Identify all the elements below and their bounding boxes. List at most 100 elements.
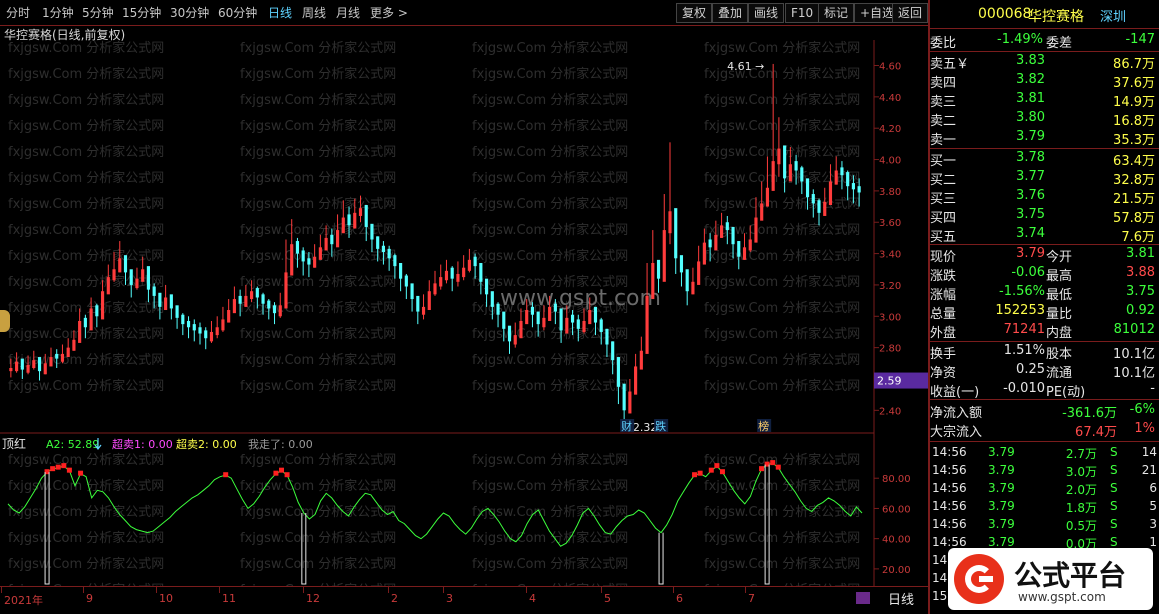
signal-spike [301, 512, 307, 585]
tab-weekly[interactable]: 周线 [302, 4, 326, 21]
stat-row-3[interactable]: 涨幅 -1.56% 最低 3.75 [930, 284, 1159, 303]
candle-body [295, 241, 300, 254]
candle-body [341, 217, 345, 234]
x-axis-tick [601, 587, 602, 593]
tab-1min[interactable]: 1分钟 [42, 4, 74, 21]
fund-row-1[interactable]: 换手 1.51% 股本 10.1亿 [930, 343, 1159, 362]
watermark-text: fxjgsw.Com 分析家公式网 [240, 92, 396, 108]
candle-body [232, 299, 236, 314]
candle-body [840, 167, 844, 176]
candle-body [708, 239, 712, 248]
tick-time: 14:56 [932, 481, 967, 495]
stat-label-2: 内盘 [1046, 326, 1073, 341]
x-axis-tick [156, 587, 157, 593]
stat-label: 涨跌 [930, 269, 957, 284]
current-price-value: 2.59 [877, 375, 902, 388]
bid-row-3[interactable]: 买三 3.76 21.5万 [930, 188, 1159, 207]
tick-row-3[interactable]: 14:56 3.79 2.0万 S 6 [930, 481, 1159, 499]
stock-name: 华控赛格 [1028, 9, 1084, 25]
stock-header[interactable]: 000068 华控赛格 深圳 [930, 6, 1159, 25]
candle-body [588, 310, 592, 325]
overlay-button[interactable]: 叠加 [712, 3, 749, 23]
tick-row-1[interactable]: 14:56 3.79 2.7万 S 14 [930, 445, 1159, 463]
tab-30min[interactable]: 30分钟 [170, 4, 209, 21]
y-tick-label: 3.60 [879, 218, 901, 229]
stat-row-5[interactable]: 外盘 71241 内盘 81012 [930, 322, 1159, 341]
bid-volume: 7.6万 [1121, 230, 1155, 245]
flow-row-1[interactable]: 净流入额 -361.6万 -6% [930, 402, 1159, 421]
ask-row-2[interactable]: 卖四 3.82 37.6万 [930, 72, 1159, 91]
tick-row-5[interactable]: 14:56 3.79 0.5万 S 3 [930, 517, 1159, 535]
candle-body [519, 320, 523, 339]
ask-row-5[interactable]: 卖一 3.79 35.3万 [930, 129, 1159, 148]
watermark-text: fxjgsw.Com 分析家公式网 [472, 196, 628, 212]
ask-price: 3.82 [1016, 72, 1045, 87]
ask-price: 3.79 [1016, 129, 1045, 144]
candle-body [66, 347, 70, 358]
watermark-text: fxjgsw.Com 分析家公式网 [472, 248, 628, 264]
scroll-marker-icon[interactable] [856, 592, 870, 604]
mark-button[interactable]: 标记 [818, 3, 855, 23]
bid-row-1[interactable]: 买一 3.78 63.4万 [930, 150, 1159, 169]
x-axis-tick [388, 587, 389, 593]
y-tick-label: 80.00 [882, 474, 911, 485]
f10-button[interactable]: F10 [785, 3, 820, 23]
ask-row-1[interactable]: 卖五￥ 3.83 86.7万 [930, 53, 1159, 72]
draw-line-button[interactable]: 画线 [748, 3, 785, 23]
bid-price: 3.74 [1016, 226, 1045, 241]
fund-row-3[interactable]: 收益(一) -0.010 PE(动) - [930, 381, 1159, 400]
candle-body [32, 360, 36, 369]
tab-more[interactable]: 更多 > [370, 4, 408, 21]
candle-body [290, 244, 294, 276]
ask-row-3[interactable]: 卖三 3.81 14.9万 [930, 91, 1159, 110]
tab-daily[interactable]: 日线 [268, 4, 292, 21]
fund-row-2[interactable]: 净资 0.25 流通 10.1亿 [930, 362, 1159, 381]
candle-body [100, 291, 105, 320]
tick-side: S [1110, 445, 1118, 459]
bid-row-2[interactable]: 买二 3.77 32.8万 [930, 169, 1159, 188]
candle-body [788, 164, 792, 182]
candle-body [49, 357, 53, 367]
watermark-text: fxjgsw.Com 分析家公式网 [8, 118, 164, 134]
back-button[interactable]: 返回 [892, 3, 928, 23]
watermark-text: fxjgsw.Com 分析家公式网 [8, 40, 164, 56]
watermark-text: fxjgsw.Com 分析家公式网 [704, 118, 860, 134]
candle-body [37, 357, 42, 372]
candle-body [427, 291, 431, 311]
candle-body [783, 145, 787, 179]
stat-value: 3.79 [1016, 246, 1045, 261]
tick-price: 3.79 [988, 445, 1015, 459]
tick-volume: 2.0万 [1065, 483, 1097, 497]
weibi-row[interactable]: 委比 -1.49% 委差 -147 [930, 32, 1159, 51]
peak-marker [714, 463, 720, 469]
tab-15min[interactable]: 15分钟 [122, 4, 161, 21]
candle-body [123, 255, 128, 273]
candlestick-chart[interactable]: fxjgsw.Com 分析家公式网 fxjgsw.Com 分析家公式网 fxjgsw… [0, 40, 928, 434]
tab-monthly[interactable]: 月线 [336, 4, 360, 21]
candle-body [410, 283, 414, 300]
stat-value: -1.56% [999, 284, 1045, 299]
watermark-text: fxjgsw.Com 分析家公式网 [704, 452, 860, 468]
bid-price: 3.76 [1016, 188, 1045, 203]
high-price-label: 4.61 → [727, 60, 764, 73]
tick-row-2[interactable]: 14:56 3.79 3.0万 S 21 [930, 463, 1159, 481]
tick-row-4[interactable]: 14:56 3.79 1.8万 S 5 [930, 499, 1159, 517]
indicator-chart[interactable]: fxjgsw.Com 分析家公式网 fxjgsw.Com 分析家公式网 fxjgsw… [0, 434, 928, 598]
stat-row-4[interactable]: 总量 152253 量比 0.92 [930, 303, 1159, 322]
candle-body [846, 172, 850, 187]
stat-row-2[interactable]: 涨跌 -0.06 最高 3.88 [930, 265, 1159, 284]
candle-body [582, 320, 586, 332]
flow-row-2[interactable]: 大宗流入 67.4万 1% [930, 421, 1159, 440]
fuquan-button[interactable]: 复权 [676, 3, 713, 23]
candle-body [697, 261, 701, 285]
tab-5min[interactable]: 5分钟 [82, 4, 114, 21]
ask-row-4[interactable]: 卖二 3.80 16.8万 [930, 110, 1159, 129]
tab-60min[interactable]: 60分钟 [218, 4, 257, 21]
stat-row-1[interactable]: 现价 3.79 今开 3.81 [930, 246, 1159, 265]
collapse-handle-icon[interactable] [0, 310, 10, 332]
tab-fenshi[interactable]: 分时 [6, 4, 30, 21]
bid-row-4[interactable]: 买四 3.75 57.8万 [930, 207, 1159, 226]
tick-count: 21 [1141, 463, 1157, 477]
candle-body [416, 295, 420, 312]
bid-row-5[interactable]: 买五 3.74 7.6万 [930, 226, 1159, 245]
